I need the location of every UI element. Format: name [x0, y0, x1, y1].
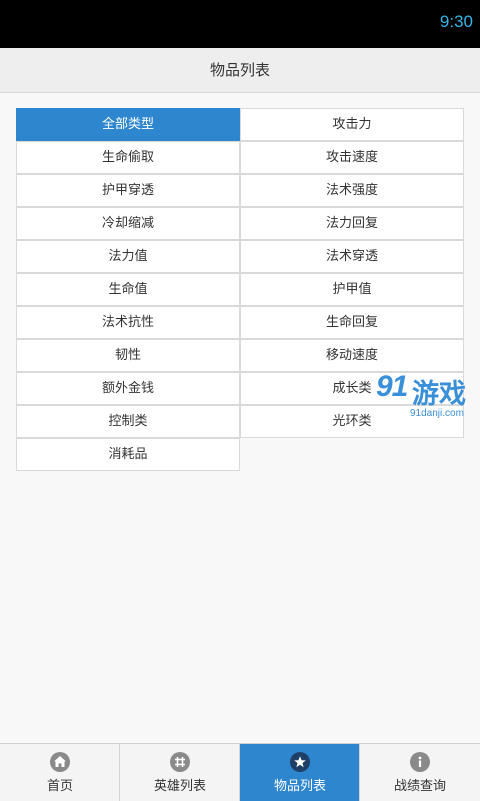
category-mana[interactable]: 法力值	[16, 240, 240, 273]
category-extra-gold[interactable]: 额外金钱	[16, 372, 240, 405]
category-crowd-control[interactable]: 控制类	[16, 405, 240, 438]
category-health[interactable]: 生命值	[16, 273, 240, 306]
category-armor[interactable]: 护甲值	[240, 273, 464, 306]
category-movement-speed[interactable]: 移动速度	[240, 339, 464, 372]
tab-hero-list[interactable]: 英雄列表	[120, 744, 240, 801]
category-tenacity[interactable]: 韧性	[16, 339, 240, 372]
status-bar: 9:30	[0, 0, 480, 48]
tab-item-list-label: 物品列表	[273, 779, 326, 794]
category-cooldown-reduction[interactable]: 冷却缩减	[16, 207, 240, 240]
category-magic-penetration[interactable]: 法术穿透	[240, 240, 464, 273]
category-magic-resist[interactable]: 法术抗性	[16, 306, 240, 339]
home-icon	[50, 752, 70, 772]
info-icon	[410, 752, 430, 772]
bottom-tab-bar: 首页 英雄列表 物品列表 战绩查询	[0, 743, 480, 801]
category-health-regen[interactable]: 生命回复	[240, 306, 464, 339]
grid-icon	[170, 752, 190, 772]
category-armor-penetration[interactable]: 护甲穿透	[16, 174, 240, 207]
watermark-logo: 91 游戏 91danji.com	[376, 370, 480, 426]
watermark-name: 游戏	[412, 379, 466, 410]
category-life-steal[interactable]: 生命偷取	[16, 141, 240, 174]
tab-home[interactable]: 首页	[0, 744, 120, 801]
category-attack-speed[interactable]: 攻击速度	[240, 141, 464, 174]
category-mana-regen[interactable]: 法力回复	[240, 207, 464, 240]
category-ability-power[interactable]: 法术强度	[240, 174, 464, 207]
watermark-site: 91danji.com	[410, 408, 464, 419]
watermark-mark: 91	[376, 370, 408, 403]
tab-stats-query[interactable]: 战绩查询	[360, 744, 480, 801]
category-all-types[interactable]: 全部类型	[16, 108, 240, 141]
tab-stats-query-label: 战绩查询	[393, 779, 446, 794]
tab-item-list[interactable]: 物品列表	[240, 744, 360, 801]
category-attack-damage[interactable]: 攻击力	[240, 108, 464, 141]
tab-home-label: 首页	[46, 779, 73, 794]
category-consumables[interactable]: 消耗品	[16, 438, 240, 471]
star-icon	[290, 752, 310, 772]
tab-hero-list-label: 英雄列表	[153, 779, 206, 794]
status-time: 9:30	[439, 12, 473, 31]
page-title: 物品列表	[0, 48, 480, 93]
